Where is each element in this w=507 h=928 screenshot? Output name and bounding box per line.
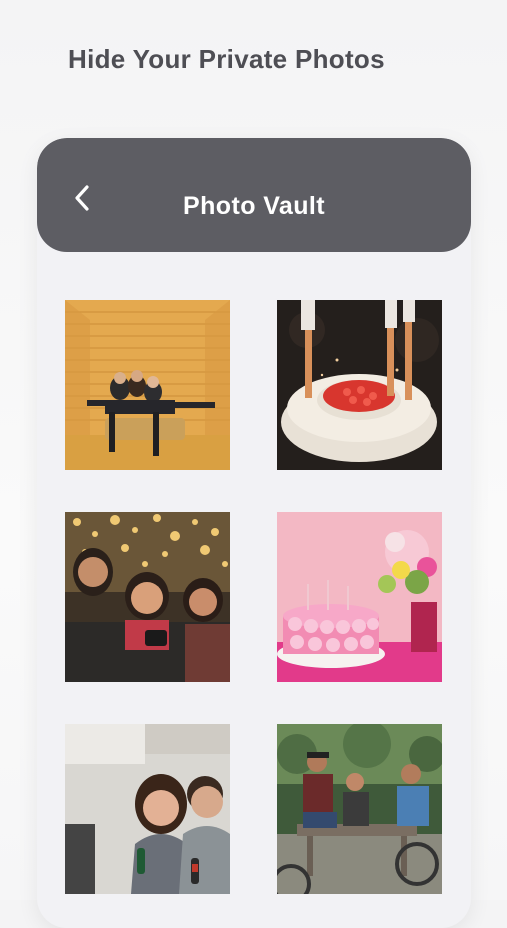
app-header: Photo Vault bbox=[37, 138, 471, 252]
back-button[interactable] bbox=[67, 182, 99, 214]
chevron-left-icon bbox=[75, 185, 89, 211]
phone-frame: Photo Vault bbox=[37, 138, 471, 928]
photo-friends-selfie-lights[interactable] bbox=[65, 512, 230, 682]
photo-birthday-cake-candles[interactable] bbox=[277, 300, 442, 470]
header-title: Photo Vault bbox=[183, 192, 325, 220]
photo-pink-cake-flowers[interactable] bbox=[277, 512, 442, 682]
photo-friends-orange-room[interactable] bbox=[65, 300, 230, 470]
page-headline: Hide Your Private Photos bbox=[68, 44, 385, 74]
photo-friends-laughing[interactable] bbox=[65, 724, 230, 894]
photo-friends-picnic-table[interactable] bbox=[277, 724, 442, 894]
